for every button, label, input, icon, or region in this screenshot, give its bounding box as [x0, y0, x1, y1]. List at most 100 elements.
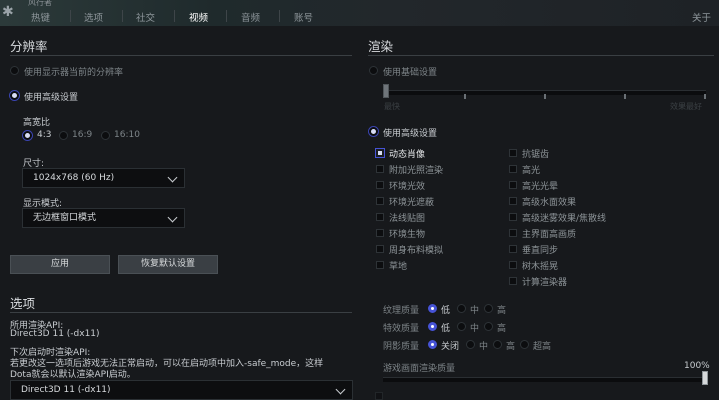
effects-mid-label: 中 — [470, 324, 480, 334]
checkbox[interactable] — [376, 229, 384, 237]
checkbox[interactable] — [509, 165, 517, 173]
divider — [368, 55, 714, 56]
check-label: 环境光效 — [389, 182, 426, 192]
texture-mid-radio[interactable] — [457, 304, 466, 313]
resolution-title: 分辨率 — [10, 39, 48, 54]
use-advanced-radio[interactable] — [10, 91, 19, 100]
size-select[interactable]: 1024x768 (60 Hz) — [22, 168, 185, 188]
checkbox[interactable] — [509, 149, 517, 157]
render-quality-slider[interactable] — [383, 377, 708, 382]
check-label: 法线贴图 — [389, 214, 426, 224]
api-value: Direct3D 11 (-dx11) — [10, 329, 100, 339]
checkbox[interactable] — [509, 277, 517, 285]
tab-options[interactable]: 选项 — [84, 10, 103, 24]
top-nav-bar: ✱ 风行者 热键 选项 社交 视频 音频 账号 关于 — [0, 0, 719, 26]
effects-low-label: 低 — [441, 324, 451, 334]
check-label: 附加光照渲染 — [389, 166, 444, 176]
check-label: 高光 — [522, 166, 541, 176]
check-label: 抗锯齿 — [522, 150, 550, 160]
effects-low-radio[interactable] — [428, 322, 437, 331]
tab-account[interactable]: 账号 — [294, 10, 313, 24]
aspect-4-3-radio[interactable] — [23, 131, 32, 140]
checkbox[interactable] — [509, 245, 517, 253]
shadow-off-radio[interactable] — [428, 340, 437, 349]
hero-name: 风行者 — [28, 0, 52, 7]
checkbox[interactable] — [376, 165, 384, 173]
effects-high-radio[interactable] — [484, 322, 493, 331]
divider — [10, 312, 352, 313]
render-quality-handle[interactable] — [702, 371, 708, 385]
tab-audio[interactable]: 音频 — [241, 10, 260, 24]
tab-video[interactable]: 视频 — [189, 10, 208, 24]
tab-divider — [122, 10, 123, 22]
slider-tick — [544, 94, 546, 99]
dota-logo-icon: ✱ — [2, 4, 14, 20]
slider-tick — [464, 94, 466, 99]
render-api-select-value: Direct3D 11 (-dx11) — [21, 385, 111, 395]
restore-defaults-button[interactable]: 恢复默认设置 — [118, 255, 218, 274]
effects-quality-label: 特效质量 — [383, 324, 420, 334]
check-label: 高光光晕 — [522, 182, 559, 192]
apply-button[interactable]: 应用 — [10, 255, 110, 274]
texture-mid-label: 中 — [470, 306, 480, 316]
options-title: 选项 — [10, 296, 36, 311]
chevron-down-icon — [167, 212, 178, 223]
safe-mode-note-2: Dota就会以默认渲染API启动。 — [10, 370, 136, 380]
display-mode-value: 无边框窗口模式 — [33, 213, 97, 223]
checkbox[interactable] — [509, 229, 517, 237]
checkbox[interactable] — [376, 245, 384, 253]
checkbox[interactable] — [509, 197, 517, 205]
tab-divider — [226, 10, 227, 22]
render-advanced-radio[interactable] — [369, 127, 378, 136]
shadow-mid-radio[interactable] — [466, 340, 475, 349]
slider-tick — [624, 94, 626, 99]
aspect-16-10-radio[interactable] — [101, 131, 110, 140]
rendering-title: 渲染 — [368, 39, 394, 54]
basic-quality-handle[interactable] — [383, 84, 389, 98]
effects-high-label: 高 — [497, 324, 507, 334]
checkbox[interactable] — [376, 197, 384, 205]
aspect-16-9-radio[interactable] — [59, 131, 68, 140]
use-monitor-radio[interactable] — [10, 66, 19, 75]
tab-divider — [174, 10, 175, 22]
checkbox[interactable] — [376, 261, 384, 269]
use-basic-label: 使用基础设置 — [383, 68, 438, 78]
about-link[interactable]: 关于 — [692, 10, 711, 24]
chevron-down-icon — [167, 172, 178, 183]
shadow-ultra-radio[interactable] — [520, 340, 529, 349]
effects-mid-radio[interactable] — [457, 322, 466, 331]
check-label: 环境光遮蔽 — [389, 198, 435, 208]
texture-low-radio[interactable] — [428, 304, 437, 313]
render-api-select[interactable]: Direct3D 11 (-dx11) — [10, 380, 353, 400]
check-label: 垂直同步 — [522, 246, 559, 256]
shadow-high-radio[interactable] — [493, 340, 502, 349]
check-label: 树木摇晃 — [522, 262, 559, 272]
shadow-ultra-label: 超高 — [533, 342, 552, 352]
check-label: 环境生物 — [389, 230, 426, 240]
tab-divider — [279, 10, 280, 22]
shadow-quality-label: 阴影质量 — [383, 342, 420, 352]
advanced-checks-left: 动态肖像 附加光照渲染 环境光效 环境光遮蔽 法线贴图 环境生物 周身布料模拟 … — [375, 147, 515, 277]
checkbox[interactable] — [375, 148, 385, 158]
divider — [10, 55, 352, 56]
tab-hotkeys[interactable]: 热键 — [31, 10, 50, 24]
tab-social[interactable]: 社交 — [136, 10, 155, 24]
tab-divider — [70, 10, 71, 22]
chevron-down-icon — [335, 384, 346, 395]
display-mode-select[interactable]: 无边框窗口模式 — [22, 208, 185, 228]
checkbox[interactable] — [509, 181, 517, 189]
render-quality-value: 100% — [684, 361, 710, 371]
aspect-ratio-label: 高宽比 — [23, 118, 51, 128]
checkbox[interactable] — [375, 392, 383, 400]
texture-quality-label: 纹理质量 — [383, 306, 420, 316]
texture-high-radio[interactable] — [484, 304, 493, 313]
checkbox[interactable] — [376, 181, 384, 189]
use-monitor-label: 使用显示器当前的分辨率 — [24, 68, 124, 78]
checkbox[interactable] — [509, 261, 517, 269]
use-basic-radio[interactable] — [369, 66, 378, 75]
check-label: 高级迷雾效果/焦散线 — [522, 214, 607, 224]
checkbox[interactable] — [376, 213, 384, 221]
check-label: 动态肖像 — [389, 150, 426, 160]
checkbox[interactable] — [509, 213, 517, 221]
check-label: 周身布料模拟 — [389, 246, 444, 256]
